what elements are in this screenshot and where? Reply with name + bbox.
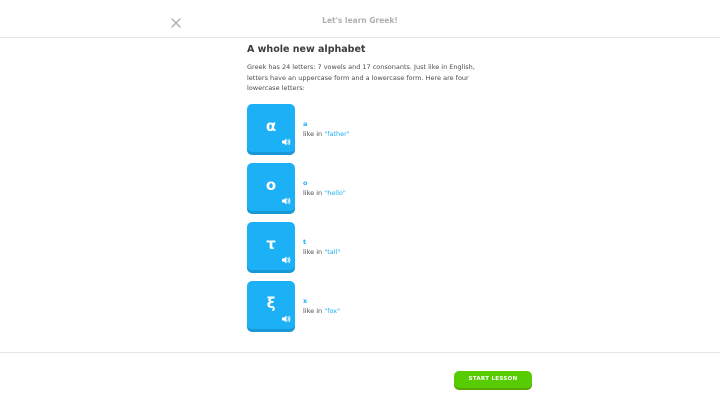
bottom-bar: START LESSON [0, 352, 720, 405]
letter-tile-alpha[interactable]: α [247, 104, 295, 152]
speaker-icon [282, 256, 291, 264]
example-prefix: like in [303, 130, 325, 138]
speaker-icon [282, 315, 291, 323]
example-prefix: like in [303, 189, 325, 197]
example-prefix: like in [303, 248, 325, 256]
start-lesson-button[interactable]: START LESSON [454, 371, 532, 388]
example-prefix: like in [303, 307, 325, 315]
top-bar: Let's learn Greek! [0, 0, 720, 38]
intro-section: A whole new alphabet Greek has 24 letter… [247, 44, 477, 94]
pronunciation-example: like in "father" [303, 129, 350, 139]
transliteration: o [303, 179, 308, 187]
speaker-icon [282, 197, 291, 205]
lesson-title: Let's learn Greek! [322, 16, 398, 25]
letter-card-omicron: ο o like in "hello" [247, 163, 487, 211]
letter-info: t like in "tall" [303, 238, 340, 257]
intro-text: Greek has 24 letters: 7 vowels and 17 co… [247, 63, 475, 92]
example-word: "father" [324, 130, 350, 138]
letter-info: a like in "father" [303, 120, 350, 139]
page-title: A whole new alphabet [247, 44, 366, 55]
letter-card-tau: τ t like in "tall" [247, 222, 487, 270]
speaker-icon [282, 138, 291, 146]
example-word: "hello" [324, 189, 346, 197]
transliteration: a [303, 120, 308, 128]
transliteration: x [303, 297, 308, 305]
pronunciation-example: like in "tall" [303, 247, 340, 257]
letter-card-alpha: α a like in "father" [247, 104, 487, 152]
letter-info: x like in "fox" [303, 297, 340, 316]
example-word: "tall" [324, 248, 341, 256]
letter-card-xi: ξ x like in "fox" [247, 281, 487, 329]
pronunciation-example: like in "fox" [303, 306, 340, 316]
letter-tile-omicron[interactable]: ο [247, 163, 295, 211]
transliteration: t [303, 238, 307, 246]
pronunciation-example: like in "hello" [303, 188, 346, 198]
letter-tile-tau[interactable]: τ [247, 222, 295, 270]
letter-info: o like in "hello" [303, 179, 346, 198]
letter-tile-xi[interactable]: ξ [247, 281, 295, 329]
example-word: "fox" [324, 307, 341, 315]
